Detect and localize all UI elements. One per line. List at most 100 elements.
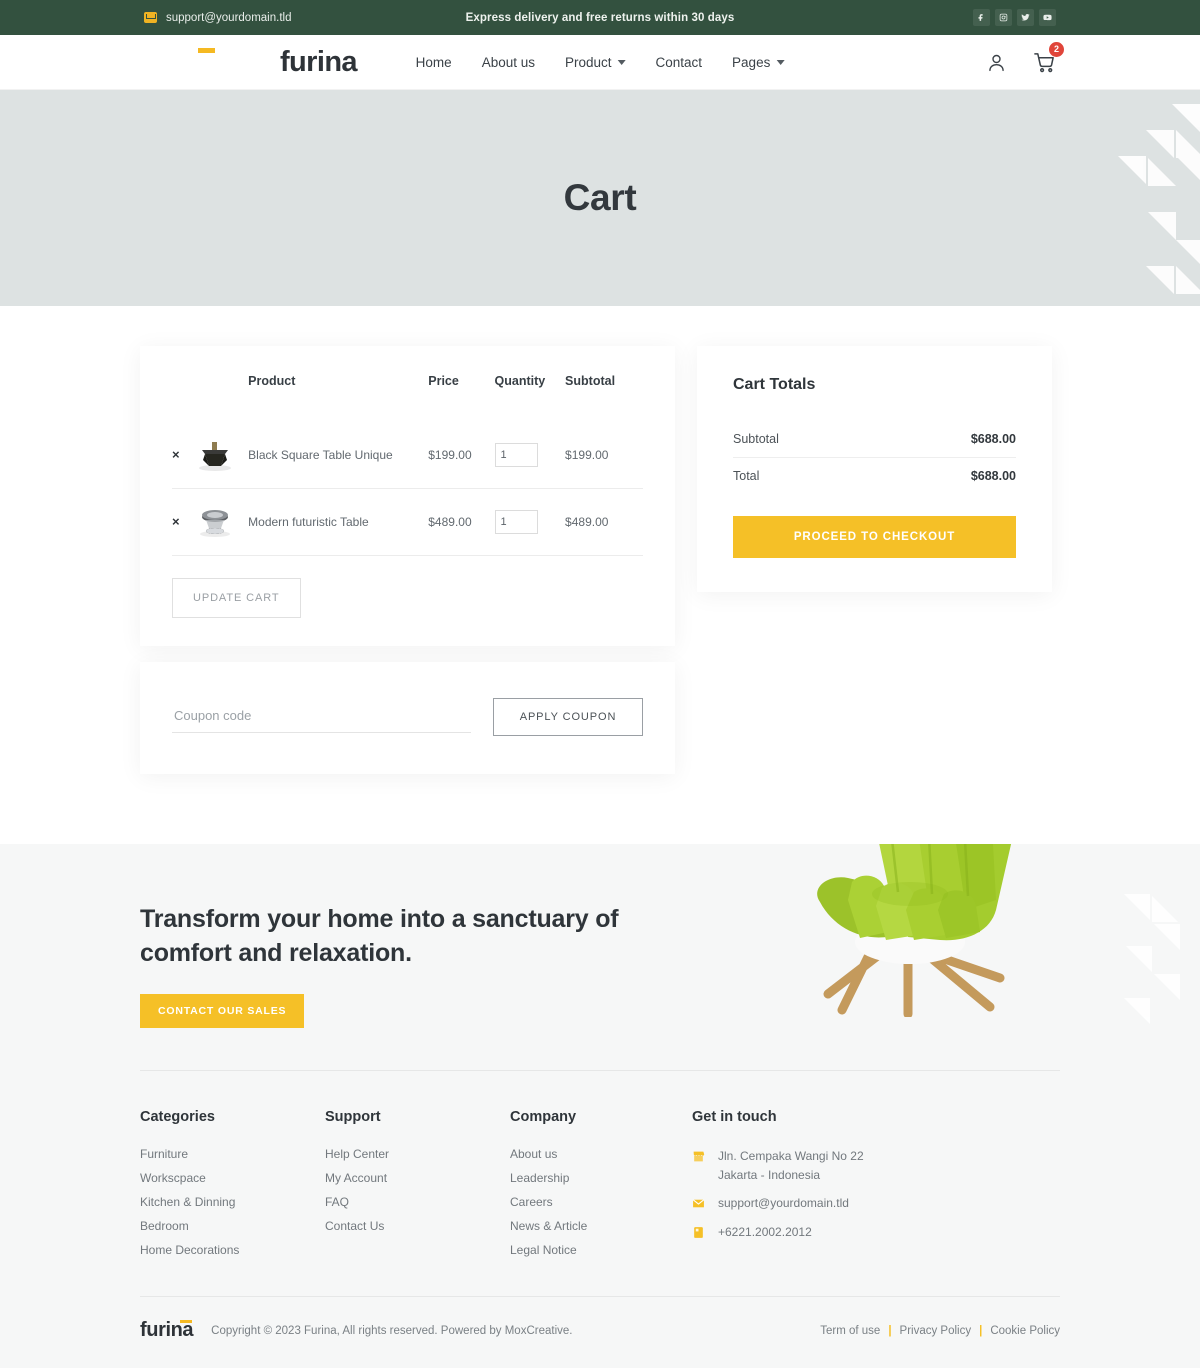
nav-item-about-us[interactable]: About us [482,55,535,70]
product-thumbnail-cell [193,422,249,489]
copyright-text: Copyright © 2023 Furina, All rights rese… [211,1324,573,1337]
coupon-panel: APPLY COUPON [140,662,675,774]
facebook-icon[interactable] [973,9,990,26]
nav-item-contact[interactable]: Contact [656,55,703,70]
cart-section: Product Price Quantity Subtotal × Black … [0,306,1200,844]
footer-link-my-account[interactable]: My Account [325,1166,510,1190]
footer-email[interactable]: support@yourdomain.tld [692,1189,972,1218]
cart-table-body: × Black Square Table Unique $199.00 1 $1… [172,422,643,556]
site-footer: Transform your home into a sanctuary of … [0,844,1200,1368]
nav-label: Pages [732,54,771,70]
footer-address-text: Jln. Cempaka Wangi No 22 Jakarta - Indon… [718,1147,864,1184]
instagram-icon[interactable] [995,9,1012,26]
remove-item-button[interactable]: × [172,447,180,462]
header-actions: 2 [986,41,1064,74]
totals-label: Total [733,469,760,483]
cta-heading: Transform your home into a sanctuary of … [140,905,619,967]
footer-logo[interactable]: furina [140,1319,194,1342]
nav-item-product[interactable]: Product [565,55,626,70]
site-logo[interactable]: furina [140,46,358,79]
product-subtotal: $199.00 [565,422,643,489]
footer-link-workscpace[interactable]: Workscpace [140,1166,325,1190]
site-header: furina Home About us Product Contact Pag… [0,35,1200,90]
footer-link-news-article[interactable]: News & Article [510,1214,692,1238]
nav-item-home[interactable]: Home [416,55,452,70]
shopping-cart-icon[interactable]: 2 [1033,41,1064,74]
col-price: Price [428,374,459,388]
product-name[interactable]: Black Square Table Unique [248,422,429,489]
footer-column-company: Company About us Leadership Careers News… [510,1109,692,1262]
legal-separator: | [888,1324,892,1337]
footer-column-categories: Categories Furniture Workscpace Kitchen … [140,1109,325,1262]
footer-link-home-decorations[interactable]: Home Decorations [140,1238,325,1262]
footer-link-contact-us[interactable]: Contact Us [325,1214,510,1238]
footer-column-title: Support [325,1109,381,1125]
cart-items-table: Product Price Quantity Subtotal × Black … [172,374,643,556]
product-name[interactable]: Modern futuristic Table [248,488,429,556]
page-hero-banner: Cart [0,90,1200,306]
nav-item-pages[interactable]: Pages [732,54,785,70]
cart-totals-title: Cart Totals [733,376,816,393]
youtube-icon[interactable] [1039,9,1056,26]
quantity-input[interactable] [494,510,538,534]
footer-columns: Categories Furniture Workscpace Kitchen … [140,1071,1060,1296]
footer-link-leadership[interactable]: Leadership [510,1166,692,1190]
triangle-pattern-decoration [1118,104,1200,294]
footer-link-about-us[interactable]: About us [510,1142,692,1166]
cart-count-badge: 2 [1049,41,1064,57]
phone-icon [694,1226,703,1238]
col-remove [172,374,193,422]
product-subtotal: $489.00 [565,488,643,556]
legal-link-cookie-policy[interactable]: Cookie Policy [990,1325,1060,1337]
footer-link-bedroom[interactable]: Bedroom [140,1214,325,1238]
remove-item-button-cell: × [172,488,193,556]
envelope-icon [692,1199,705,1208]
update-cart-button[interactable]: UPDATE CART [172,578,301,618]
remove-item-button[interactable]: × [172,514,180,529]
cart-right-column: Cart Totals Subtotal $688.00 Total $688.… [697,346,1052,592]
quantity-input[interactable] [494,443,538,467]
site-logo-text: furina [280,45,358,78]
coupon-code-input[interactable] [172,701,471,733]
address-line-1: Jln. Cempaka Wangi No 22 [718,1149,864,1163]
footer-link-legal-notice[interactable]: Legal Notice [510,1238,692,1262]
footer-email-text: support@yourdomain.tld [718,1196,849,1211]
footer-link-help-center[interactable]: Help Center [325,1142,510,1166]
top-announcement-bar: support@yourdomain.tld Express delivery … [0,0,1200,35]
footer-phone[interactable]: +6221.2002.2012 [692,1218,972,1247]
twitter-icon[interactable] [1017,9,1034,26]
footer-column-support: Support Help Center My Account FAQ Conta… [325,1109,510,1262]
product-price: $199.00 [428,422,495,489]
footer-link-faq[interactable]: FAQ [325,1190,510,1214]
footer-link-kitchen-dinning[interactable]: Kitchen & Dinning [140,1190,325,1214]
footer-column-get-in-touch: Get in touch Jln. Cempaka Wangi No 22 Ja… [692,1109,972,1262]
legal-link-privacy-policy[interactable]: Privacy Policy [900,1325,972,1337]
cart-table-header-row: Product Price Quantity Subtotal [172,374,643,422]
product-price: $489.00 [428,488,495,556]
contact-our-sales-button[interactable]: CONTACT OUR SALES [140,994,305,1028]
footer-phone-text: +6221.2002.2012 [718,1224,812,1239]
cart-container: Product Price Quantity Subtotal × Black … [140,346,1060,774]
triangle-pattern-decoration [1124,894,1180,1024]
footer-column-title: Categories [140,1109,215,1125]
apply-coupon-button[interactable]: APPLY COUPON [493,698,643,736]
footer-link-furniture[interactable]: Furniture [140,1142,325,1166]
user-icon[interactable] [986,52,1007,73]
totals-label: Subtotal [733,432,779,446]
chevron-down-icon [617,59,626,65]
black-square-table-thumbnail [193,438,237,472]
store-icon [693,1151,705,1162]
nav-label: Contact [655,54,703,70]
legal-separator: | [979,1324,983,1337]
legal-links: Term of use | Privacy Policy | Cookie Po… [820,1325,1060,1337]
table-row: × [172,422,643,489]
col-quantity: Quantity [494,374,546,388]
totals-row-subtotal: Subtotal $688.00 [733,421,1016,458]
product-thumbnail-cell [193,488,249,556]
proceed-to-checkout-button[interactable]: PROCEED TO CHECKOUT [733,516,1016,558]
legal-link-term-of-use[interactable]: Term of use [820,1325,880,1337]
cart-left-column: Product Price Quantity Subtotal × Black … [140,346,675,774]
footer-link-careers[interactable]: Careers [510,1190,692,1214]
totals-row-total: Total $688.00 [733,458,1016,494]
main-navigation: Home About us Product Contact Pages [416,55,785,70]
